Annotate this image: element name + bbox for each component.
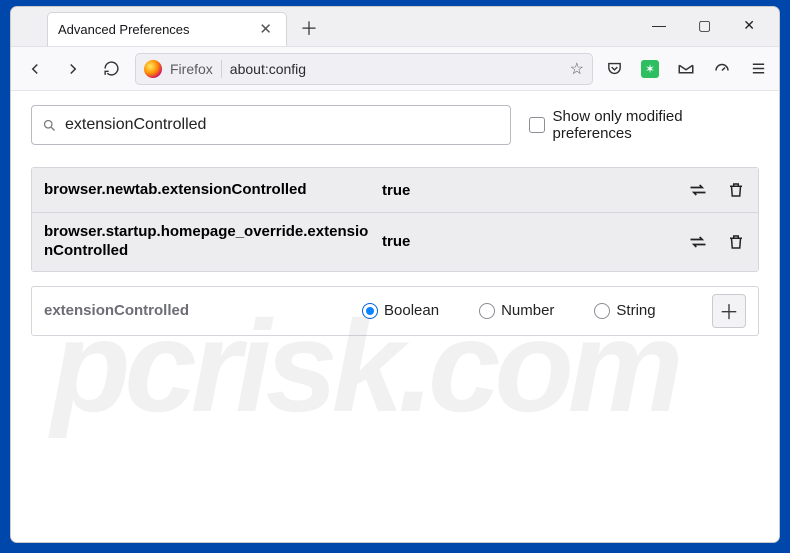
mail-icon[interactable] <box>675 58 697 80</box>
show-only-modified-toggle[interactable]: Show only modified preferences <box>529 108 759 142</box>
close-tab-icon[interactable]: ✕ <box>255 20 276 39</box>
app-menu-button[interactable] <box>747 58 769 80</box>
pref-row-actions <box>688 232 746 252</box>
dashboard-icon[interactable] <box>711 58 733 80</box>
urlbar-address: about:config <box>230 61 562 77</box>
new-tab-button[interactable]: ＋ <box>295 14 323 42</box>
browser-window: Advanced Preferences ✕ ＋ — ▢ ✕ Firefox a… <box>10 6 780 543</box>
toggle-icon[interactable] <box>688 232 708 252</box>
checkbox-icon <box>529 117 545 133</box>
back-button[interactable] <box>21 55 49 83</box>
pref-search-input[interactable]: extensionControlled <box>31 105 511 145</box>
pref-row[interactable]: browser.startup.homepage_override.extens… <box>32 212 758 271</box>
add-pref-button[interactable]: ＋ <box>712 294 746 328</box>
forward-button[interactable] <box>59 55 87 83</box>
firefox-logo-icon <box>144 60 162 78</box>
new-pref-name: extensionControlled <box>44 302 344 319</box>
radio-number[interactable]: Number <box>479 302 554 319</box>
type-radios: Boolean Number String <box>362 302 656 319</box>
pref-row-actions <box>688 180 746 200</box>
radio-boolean[interactable]: Boolean <box>362 302 439 319</box>
show-only-modified-label: Show only modified preferences <box>553 108 759 142</box>
radio-selected-icon <box>362 303 378 319</box>
radio-string-label: String <box>616 302 655 319</box>
pref-row[interactable]: browser.newtab.extensionControlled true <box>32 168 758 212</box>
reload-button[interactable] <box>97 55 125 83</box>
search-row: extensionControlled Show only modified p… <box>31 105 759 145</box>
url-bar[interactable]: Firefox about:config ☆ <box>135 53 593 85</box>
tabs-area: Advanced Preferences ✕ ＋ <box>11 12 646 46</box>
tab-title: Advanced Preferences <box>58 22 190 37</box>
radio-string[interactable]: String <box>594 302 655 319</box>
delete-icon[interactable] <box>726 232 746 252</box>
minimize-button[interactable]: — <box>646 13 672 38</box>
pocket-icon[interactable] <box>603 58 625 80</box>
new-pref-row: extensionControlled Boolean Number Strin… <box>31 286 759 336</box>
toggle-icon[interactable] <box>688 180 708 200</box>
toolbar-right: ✶ <box>603 58 769 80</box>
pref-name: browser.newtab.extensionControlled <box>44 181 374 200</box>
prefs-table: browser.newtab.extensionControlled true … <box>31 167 759 272</box>
search-icon <box>42 118 57 133</box>
pref-value: true <box>382 233 680 250</box>
pref-name: browser.startup.homepage_override.extens… <box>44 223 374 261</box>
titlebar: Advanced Preferences ✕ ＋ — ▢ ✕ <box>11 7 779 47</box>
maximize-button[interactable]: ▢ <box>692 13 717 38</box>
tab-active[interactable]: Advanced Preferences ✕ <box>47 12 287 46</box>
urlbar-separator <box>221 60 222 78</box>
close-window-button[interactable]: ✕ <box>737 13 761 38</box>
radio-icon <box>479 303 495 319</box>
radio-boolean-label: Boolean <box>384 302 439 319</box>
delete-icon[interactable] <box>726 180 746 200</box>
urlbar-brand: Firefox <box>170 61 213 77</box>
nav-toolbar: Firefox about:config ☆ ✶ <box>11 47 779 91</box>
about-config-content: extensionControlled Show only modified p… <box>11 91 779 542</box>
search-text: extensionControlled <box>65 116 206 134</box>
radio-number-label: Number <box>501 302 554 319</box>
evernote-icon[interactable]: ✶ <box>639 58 661 80</box>
window-controls: — ▢ ✕ <box>646 13 779 46</box>
pref-value: true <box>382 182 680 199</box>
radio-icon <box>594 303 610 319</box>
bookmark-star-icon[interactable]: ☆ <box>570 59 584 79</box>
